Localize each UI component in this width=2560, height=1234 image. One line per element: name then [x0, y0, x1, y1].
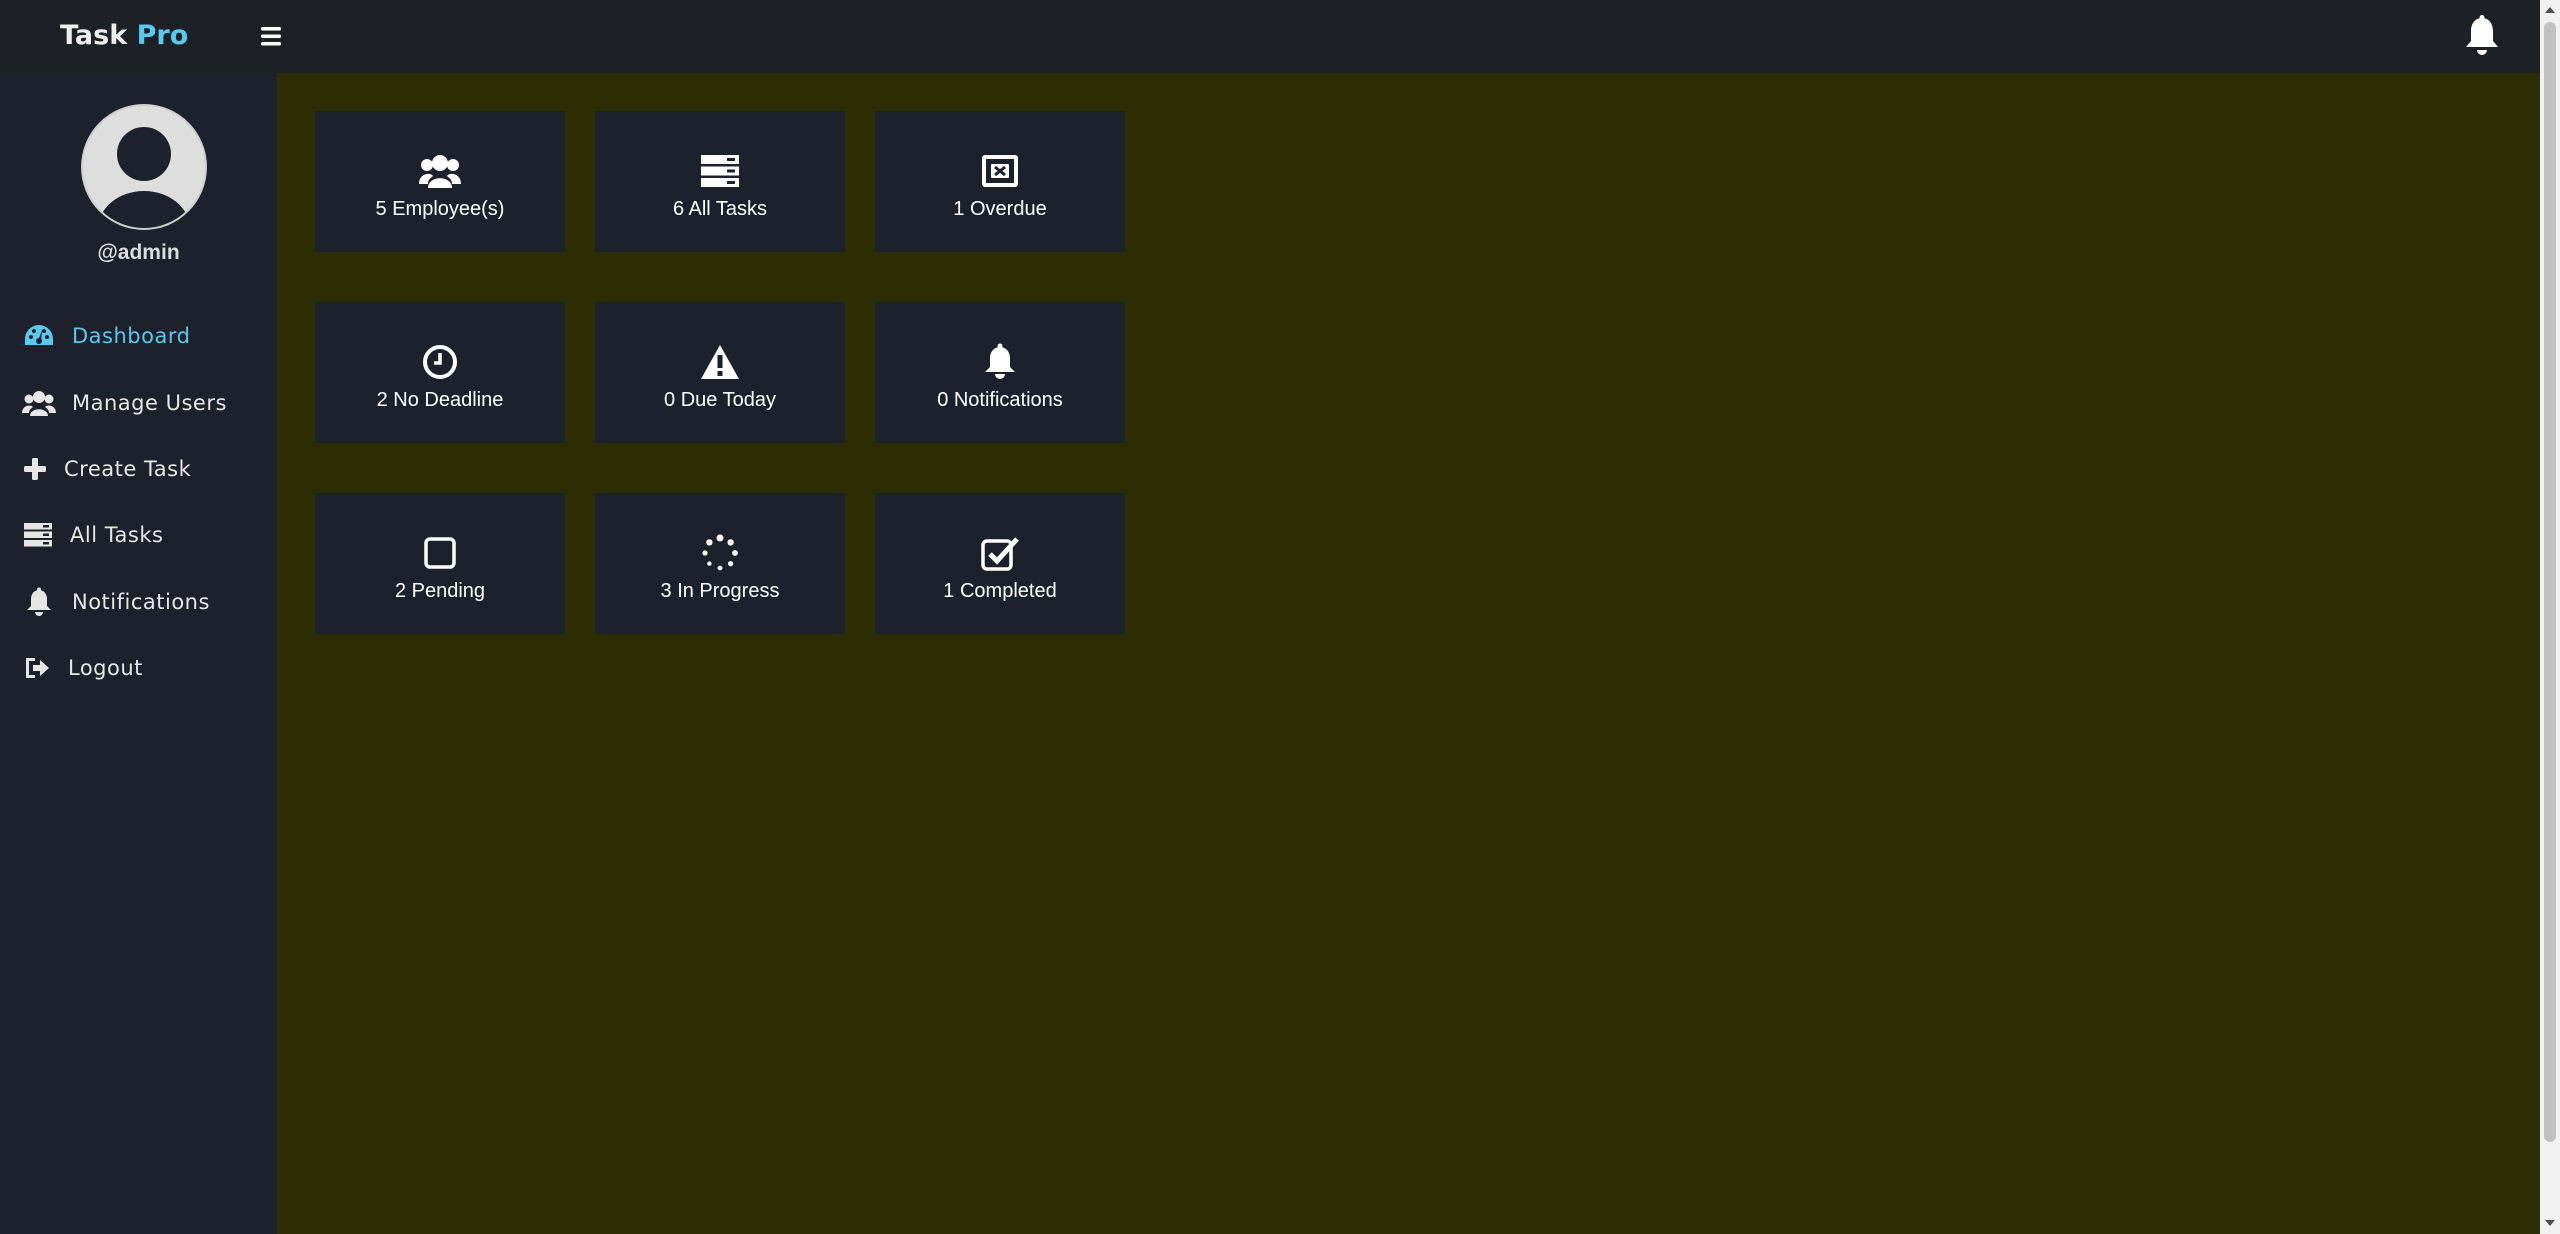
hamburger-icon[interactable] — [258, 24, 286, 48]
card-overdue[interactable]: 1 Overdue — [875, 111, 1125, 252]
plus-icon — [22, 454, 48, 484]
card-label: 2 No Deadline — [376, 389, 504, 411]
overdue-icon — [981, 150, 1019, 192]
avatar[interactable] — [81, 104, 207, 230]
warning-icon — [700, 341, 740, 383]
card-label: 2 Pending — [394, 580, 486, 602]
card-label: 1 Overdue — [953, 198, 1047, 220]
brand-main: Task — [60, 20, 128, 51]
sidebar-item-notifications[interactable]: Notifications — [0, 569, 277, 635]
scroll-thumb[interactable] — [2544, 22, 2556, 1142]
card-notifications[interactable]: 0 Notifications — [875, 302, 1125, 443]
card-no-deadline[interactable]: 2 No Deadline — [315, 302, 565, 443]
bell-icon — [982, 341, 1018, 383]
card-all-tasks[interactable]: 6 All Tasks — [595, 111, 845, 252]
sidebar-item-create-task[interactable]: Create Task — [0, 436, 277, 502]
top-bar: Task Pro — [0, 0, 2560, 73]
users-icon — [22, 388, 56, 418]
sidebar: @admin Dashboard Manage Users Create Tas… — [0, 73, 277, 1234]
sidebar-nav: Dashboard Manage Users Create Task All T… — [0, 303, 277, 701]
sidebar-item-manage-users[interactable]: Manage Users — [0, 369, 277, 435]
brand-logo[interactable]: Task Pro — [60, 20, 188, 51]
sidebar-item-label: Dashboard — [72, 324, 191, 349]
card-completed[interactable]: 1 Completed — [875, 493, 1125, 634]
card-due-today[interactable]: 0 Due Today — [595, 302, 845, 443]
clock-icon — [422, 341, 458, 383]
sidebar-item-label: Create Task — [64, 456, 192, 481]
card-label: 0 Due Today — [664, 389, 776, 411]
bell-icon — [22, 587, 56, 617]
card-label: 1 Completed — [943, 580, 1057, 602]
sidebar-item-all-tasks[interactable]: All Tasks — [0, 502, 277, 568]
page-scrollbar[interactable] — [2540, 0, 2560, 1234]
card-label: 3 In Progress — [660, 580, 780, 602]
card-label: 6 All Tasks — [672, 198, 768, 220]
dashboard-main: 5 Employee(s) 6 All Tasks 1 Overdue 2 No… — [277, 73, 2540, 1234]
sidebar-item-label: All Tasks — [70, 523, 164, 548]
card-in-progress[interactable]: 3 In Progress — [595, 493, 845, 634]
sidebar-item-label: Notifications — [72, 589, 210, 614]
scroll-down-arrow-icon[interactable] — [2545, 1220, 2555, 1226]
scroll-up-arrow-icon[interactable] — [2545, 7, 2555, 13]
card-employees[interactable]: 5 Employee(s) — [315, 111, 565, 252]
dashboard-icon — [22, 321, 56, 351]
sidebar-item-label: Manage Users — [72, 390, 227, 415]
brand-accent: Pro — [136, 20, 189, 51]
tasks-icon — [22, 520, 54, 550]
check-square-icon — [981, 532, 1019, 574]
card-pending[interactable]: 2 Pending — [315, 493, 565, 634]
card-label: 5 Employee(s) — [375, 198, 505, 220]
username: @admin — [97, 241, 180, 264]
square-icon — [423, 532, 457, 574]
card-label: 0 Notifications — [937, 389, 1063, 411]
bell-icon[interactable] — [2461, 14, 2503, 58]
spinner-icon — [701, 532, 739, 574]
users-icon — [419, 150, 461, 192]
sidebar-item-label: Logout — [68, 656, 143, 681]
tasks-icon — [700, 150, 740, 192]
sidebar-item-logout[interactable]: Logout — [0, 635, 277, 701]
logout-icon — [22, 653, 52, 683]
sidebar-item-dashboard[interactable]: Dashboard — [0, 303, 277, 369]
